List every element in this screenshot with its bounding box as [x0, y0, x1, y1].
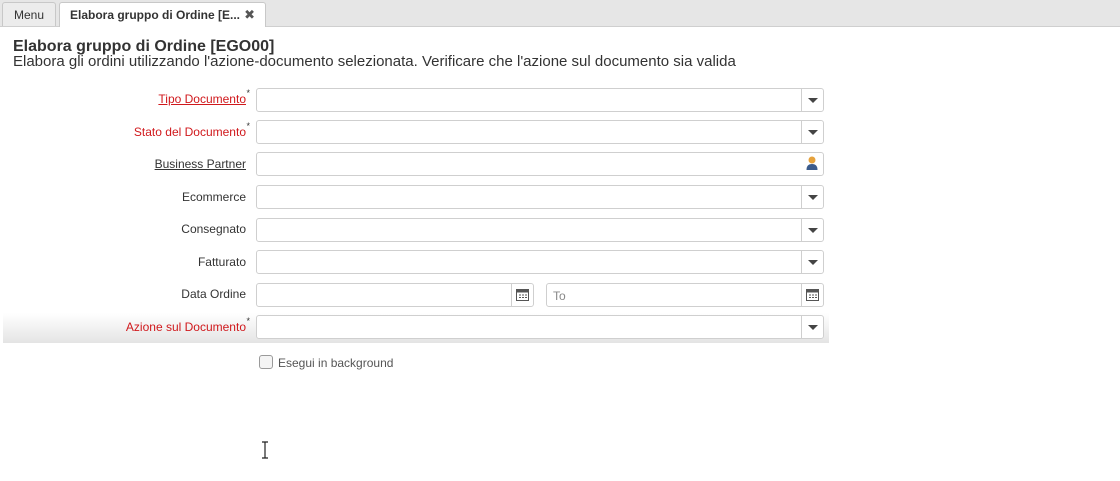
business-partner-field[interactable]: [256, 152, 824, 176]
azione-documento-dropdown-button[interactable]: [801, 316, 823, 338]
label-data-ordine: Data Ordine: [181, 287, 246, 301]
label-azione-documento: Azione sul Documento *: [125, 316, 250, 334]
data-ordine-from-field[interactable]: [256, 283, 534, 307]
label-business-partner[interactable]: Business Partner: [155, 157, 246, 171]
ecommerce-select[interactable]: [256, 185, 824, 209]
label-tipo-documento[interactable]: Tipo Documento *: [158, 88, 250, 106]
stato-documento-select[interactable]: [256, 120, 824, 144]
background-checkbox[interactable]: [259, 355, 273, 369]
tab-menu[interactable]: Menu: [2, 2, 56, 26]
label-ecommerce: Ecommerce: [181, 190, 246, 204]
consegnato-select[interactable]: [256, 218, 824, 242]
tab-process-order-group[interactable]: Elabora gruppo di Ordine [E... ✖: [59, 2, 266, 27]
tab-active-label: Elabora gruppo di Ordine [E...: [70, 8, 241, 22]
calendar-icon: [516, 289, 529, 301]
tab-menu-label: Menu: [13, 8, 45, 22]
data-ordine-to-calendar-button[interactable]: [801, 284, 823, 306]
business-partner-icon: [806, 156, 818, 170]
caret-down-icon: [808, 98, 818, 103]
close-icon[interactable]: ✖: [244, 3, 255, 27]
page-description: Elabora gli ordini utilizzando l'azione-…: [13, 53, 736, 70]
calendar-icon: [806, 289, 819, 301]
data-ordine-to-placeholder: To: [553, 289, 566, 303]
label-fatturato: Fatturato: [197, 255, 246, 269]
tab-bar: Menu Elabora gruppo di Ordine [E... ✖: [0, 0, 1120, 27]
text-cursor-icon: [262, 441, 268, 459]
required-marker: *: [246, 88, 250, 98]
caret-down-icon: [808, 260, 818, 265]
business-partner-lookup-button[interactable]: [801, 153, 823, 175]
caret-down-icon: [808, 130, 818, 135]
caret-down-icon: [808, 325, 818, 330]
data-ordine-to-field[interactable]: To: [546, 283, 824, 307]
fatturato-select[interactable]: [256, 250, 824, 274]
background-checkbox-label[interactable]: Esegui in background: [278, 356, 393, 370]
caret-down-icon: [808, 228, 818, 233]
tipo-documento-dropdown-button[interactable]: [801, 89, 823, 111]
consegnato-dropdown-button[interactable]: [801, 219, 823, 241]
label-stato-documento: Stato del Documento *: [133, 121, 250, 139]
required-marker: *: [246, 121, 250, 131]
caret-down-icon: [808, 195, 818, 200]
data-ordine-from-calendar-button[interactable]: [511, 284, 533, 306]
ecommerce-dropdown-button[interactable]: [801, 186, 823, 208]
label-consegnato: Consegnato: [181, 222, 246, 236]
fatturato-dropdown-button[interactable]: [801, 251, 823, 273]
azione-documento-select[interactable]: [256, 315, 824, 339]
tipo-documento-select[interactable]: [256, 88, 824, 112]
stato-documento-dropdown-button[interactable]: [801, 121, 823, 143]
required-marker: *: [246, 316, 250, 326]
